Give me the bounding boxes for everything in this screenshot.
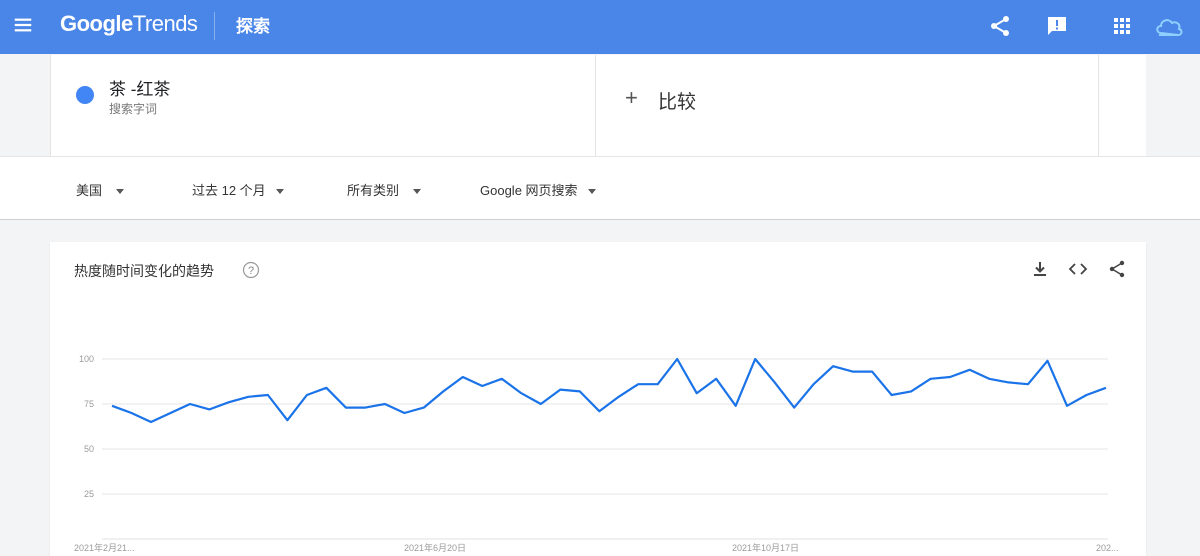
menu-icon[interactable] [12,14,34,36]
feedback-icon[interactable] [1045,14,1069,38]
term-title: 茶 -红茶 [109,80,171,99]
y-tick-label: 100 [79,354,94,364]
apps-grid-icon[interactable] [1110,14,1134,38]
y-tick-label: 50 [84,444,94,454]
x-tick-label: 202... [1096,543,1119,553]
series-line[interactable] [111,357,1107,424]
term-subtitle: 搜索字词 [109,102,158,116]
region-dropdown[interactable]: 美国 [76,180,125,199]
search-term-card: 茶 -红茶 搜索字词 + 比较 [50,55,1146,156]
time-range-dropdown[interactable]: 过去 12 个月 [192,180,284,199]
x-tick-label: 2021年10月17日 [732,542,799,553]
top-bar: GoogleTrends 探索 [0,0,1200,54]
x-tick-label: 2021年2月21... [74,542,135,553]
y-tick-label: 75 [84,399,94,409]
chevron-down-icon [116,189,125,195]
x-tick-label: 2021年6月20日 [404,542,466,553]
plus-icon: + [625,85,638,110]
google-trends-logo[interactable]: GoogleTrends [60,11,198,37]
trend-chart: 25 50 75 100 2021年2月21... 2021年6月20日 2021年10月1… [74,354,1119,553]
share-icon[interactable] [988,14,1012,38]
region-value: 美国 [76,183,103,198]
search-property-dropdown[interactable]: Google 网页搜索 [480,180,596,199]
search-property-value: Google 网页搜索 [480,183,578,198]
interest-over-time-card: 热度随时间变化的趋势 ? 25 50 75 100 2021年2月21... 2021年6… [50,242,1146,556]
category-dropdown[interactable]: 所有类别 [347,180,422,199]
time-range-value: 过去 12 个月 [192,183,266,198]
y-tick-label: 25 [84,489,94,499]
compare-label: 比较 [658,92,697,113]
filter-bar: 美国 过去 12 个月 所有类别 Google 网页搜索 [0,156,1200,220]
chevron-down-icon [413,189,422,195]
category-value: 所有类别 [347,183,400,198]
compare-button[interactable]: + 比较 [596,55,1099,156]
chevron-down-icon [275,189,284,195]
search-term-item[interactable]: 茶 -红茶 搜索字词 [50,55,596,156]
logo-trends-text: Trends [132,11,198,36]
header-divider [214,12,215,40]
term-color-dot [76,86,94,104]
chevron-down-icon [587,189,596,195]
page-title: 探索 [236,17,270,36]
logo-google-text: Google [60,11,133,36]
account-cloud-icon[interactable] [1153,10,1185,42]
